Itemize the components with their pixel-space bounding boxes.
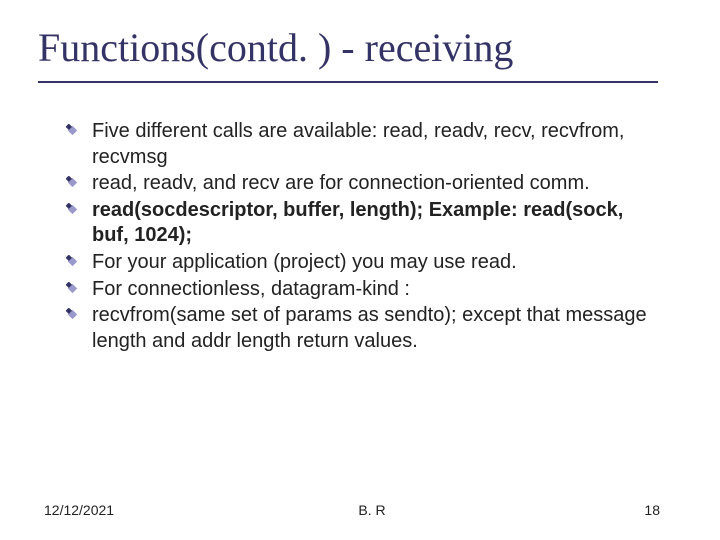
list-item-text: recvfrom(same set of params as sendto); …: [92, 304, 647, 352]
footer-page-number: 18: [630, 502, 660, 518]
footer-date: 12/12/2021: [44, 502, 114, 518]
footer-center: B. R: [114, 502, 630, 518]
list-item-text: For connectionless, datagram-kind :: [92, 278, 410, 300]
diamond-bullet-icon: [66, 308, 79, 321]
diamond-bullet-icon: [66, 255, 79, 268]
slide-footer: 12/12/2021 B. R 18: [0, 502, 720, 518]
list-item: For your application (project) you may u…: [92, 250, 664, 276]
list-item: read, readv, and recv are for connection…: [92, 171, 664, 197]
slide-title: Functions(contd. ) - receiving: [0, 0, 720, 81]
list-item-text: Five different calls are available: read…: [92, 120, 624, 168]
diamond-bullet-icon: [66, 176, 79, 189]
list-item: recvfrom(same set of params as sendto); …: [92, 303, 664, 354]
bullet-list: Five different calls are available: read…: [92, 119, 664, 354]
diamond-bullet-icon: [66, 124, 79, 137]
list-item-text: read(socdescriptor, buffer, length); Exa…: [92, 199, 623, 247]
diamond-bullet-icon: [66, 203, 79, 216]
slide-content: Five different calls are available: read…: [0, 83, 720, 354]
diamond-bullet-icon: [66, 282, 79, 295]
list-item: For connectionless, datagram-kind :: [92, 277, 664, 303]
slide: Functions(contd. ) - receiving Five diff…: [0, 0, 720, 540]
list-item: Five different calls are available: read…: [92, 119, 664, 170]
list-item-text: read, readv, and recv are for connection…: [92, 172, 590, 194]
list-item: read(socdescriptor, buffer, length); Exa…: [92, 198, 664, 249]
list-item-text: For your application (project) you may u…: [92, 251, 517, 273]
